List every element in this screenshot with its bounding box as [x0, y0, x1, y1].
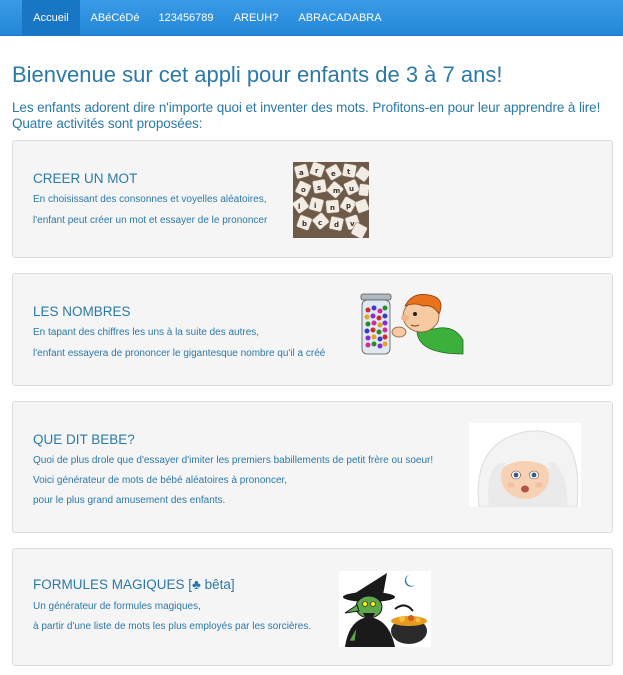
- activity-description-line: pour le plus grand amusement des enfants…: [33, 495, 226, 506]
- activity-title: CREER UN MOT: [33, 171, 138, 186]
- svg-text:i: i: [314, 202, 316, 210]
- svg-text:s: s: [317, 184, 321, 192]
- activity-description-line: l'enfant peut créer un mot et essayer de…: [33, 215, 268, 226]
- svg-text:e: e: [331, 170, 336, 178]
- svg-text:c: c: [318, 219, 322, 227]
- nav-item-numbers[interactable]: 123456789: [150, 0, 222, 36]
- page-title: Bienvenue sur cet appli pour enfants de …: [12, 62, 503, 87]
- activity-description-line: à partir d'une liste de mots les plus em…: [33, 621, 312, 632]
- intro-line: Les enfants adorent dire n'importe quoi …: [12, 100, 601, 115]
- activity-title: QUE DIT BEBE?: [33, 432, 135, 447]
- svg-text:v: v: [350, 220, 355, 228]
- baby-in-towel-image: [469, 423, 581, 507]
- svg-text:r: r: [315, 167, 319, 175]
- nav-item-accueil[interactable]: Accueil: [22, 0, 80, 36]
- activity-card-creer-un-mot[interactable]: CREER UN MOT En choisissant des consonne…: [12, 140, 613, 258]
- activity-description-line: En choisissant des consonnes et voyelles…: [33, 194, 267, 205]
- activity-title: LES NOMBRES: [33, 304, 131, 319]
- intro-text: Les enfants adorent dire n'importe quoi …: [12, 100, 617, 132]
- activity-description-line: l'enfant essayera de prononcer le gigant…: [33, 348, 326, 359]
- activity-card-que-dit-bebe[interactable]: QUE DIT BEBE? Quoi de plus drole que d'e…: [12, 401, 613, 533]
- activity-card-formules-magiques[interactable]: FORMULES MAGIQUES [♣ bêta] Un générateur…: [12, 548, 613, 666]
- activity-title: FORMULES MAGIQUES [♣ bêta]: [33, 577, 235, 592]
- intro-line: Quatre activités sont proposées:: [12, 116, 203, 131]
- svg-text:p: p: [346, 202, 351, 210]
- nav-item-abecede[interactable]: ABéCéDé: [82, 0, 148, 36]
- svg-text:a: a: [299, 169, 304, 177]
- activity-card-les-nombres[interactable]: LES NOMBRES En tapant des chiffres les u…: [12, 273, 613, 386]
- activity-description-line: En tapant des chiffres les uns à la suit…: [33, 327, 260, 338]
- svg-text:l: l: [298, 203, 300, 211]
- witch-with-cauldron-image: [339, 571, 431, 647]
- nav-item-abracadabra[interactable]: ABRACADABRA: [290, 0, 390, 36]
- nav-item-areuh[interactable]: AREUH?: [224, 0, 288, 36]
- activity-description-line: Voici générateur de mots de bébé aléatoi…: [33, 475, 288, 486]
- svg-text:d: d: [334, 221, 339, 229]
- top-navbar: Accueil ABéCéDé 123456789 AREUH? ABRACAD…: [0, 0, 623, 36]
- svg-text:u: u: [349, 185, 354, 193]
- svg-text:o: o: [301, 186, 306, 194]
- svg-text:n: n: [330, 204, 335, 212]
- activity-description-line: Un générateur de formules magiques,: [33, 601, 201, 612]
- boy-with-candy-jar-image: [359, 292, 469, 356]
- letter-tiles-image: are tos mul inp bcd v: [293, 162, 369, 238]
- svg-text:m: m: [333, 187, 340, 195]
- svg-text:b: b: [302, 220, 307, 228]
- activity-description-line: Quoi de plus drole que d'essayer d'imite…: [33, 455, 434, 466]
